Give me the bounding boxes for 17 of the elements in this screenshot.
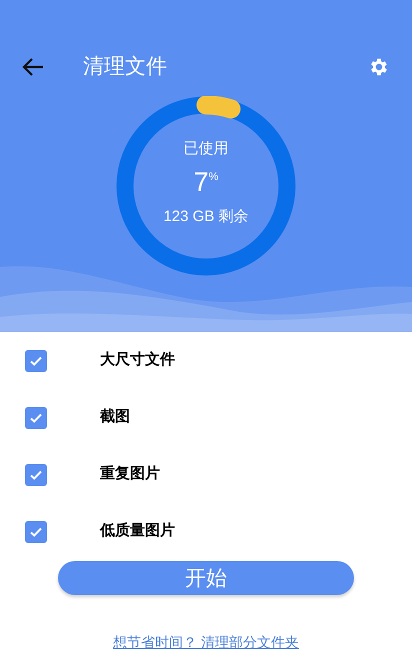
remaining-storage: 123 GB 剩余	[163, 206, 249, 226]
option-label: 重复图片	[100, 464, 160, 484]
checkbox[interactable]	[25, 350, 47, 372]
settings-icon[interactable]	[368, 56, 390, 78]
checkbox[interactable]	[25, 406, 47, 428]
option-label: 大尺寸文件	[100, 350, 175, 370]
page-title: 清理文件	[83, 54, 167, 80]
start-button[interactable]: 开始	[58, 561, 354, 595]
back-arrow-icon[interactable]	[22, 58, 44, 76]
checkbox[interactable]	[25, 520, 47, 542]
used-percent: 7	[194, 168, 209, 196]
used-label: 已使用	[184, 139, 228, 159]
option-label: 低质量图片	[100, 521, 175, 542]
percent-sign: %	[208, 170, 218, 184]
clean-folders-link[interactable]: 想节省时间？ 清理部分文件夹	[113, 632, 299, 653]
checkbox[interactable]	[25, 464, 47, 486]
option-label: 截图	[100, 407, 130, 428]
